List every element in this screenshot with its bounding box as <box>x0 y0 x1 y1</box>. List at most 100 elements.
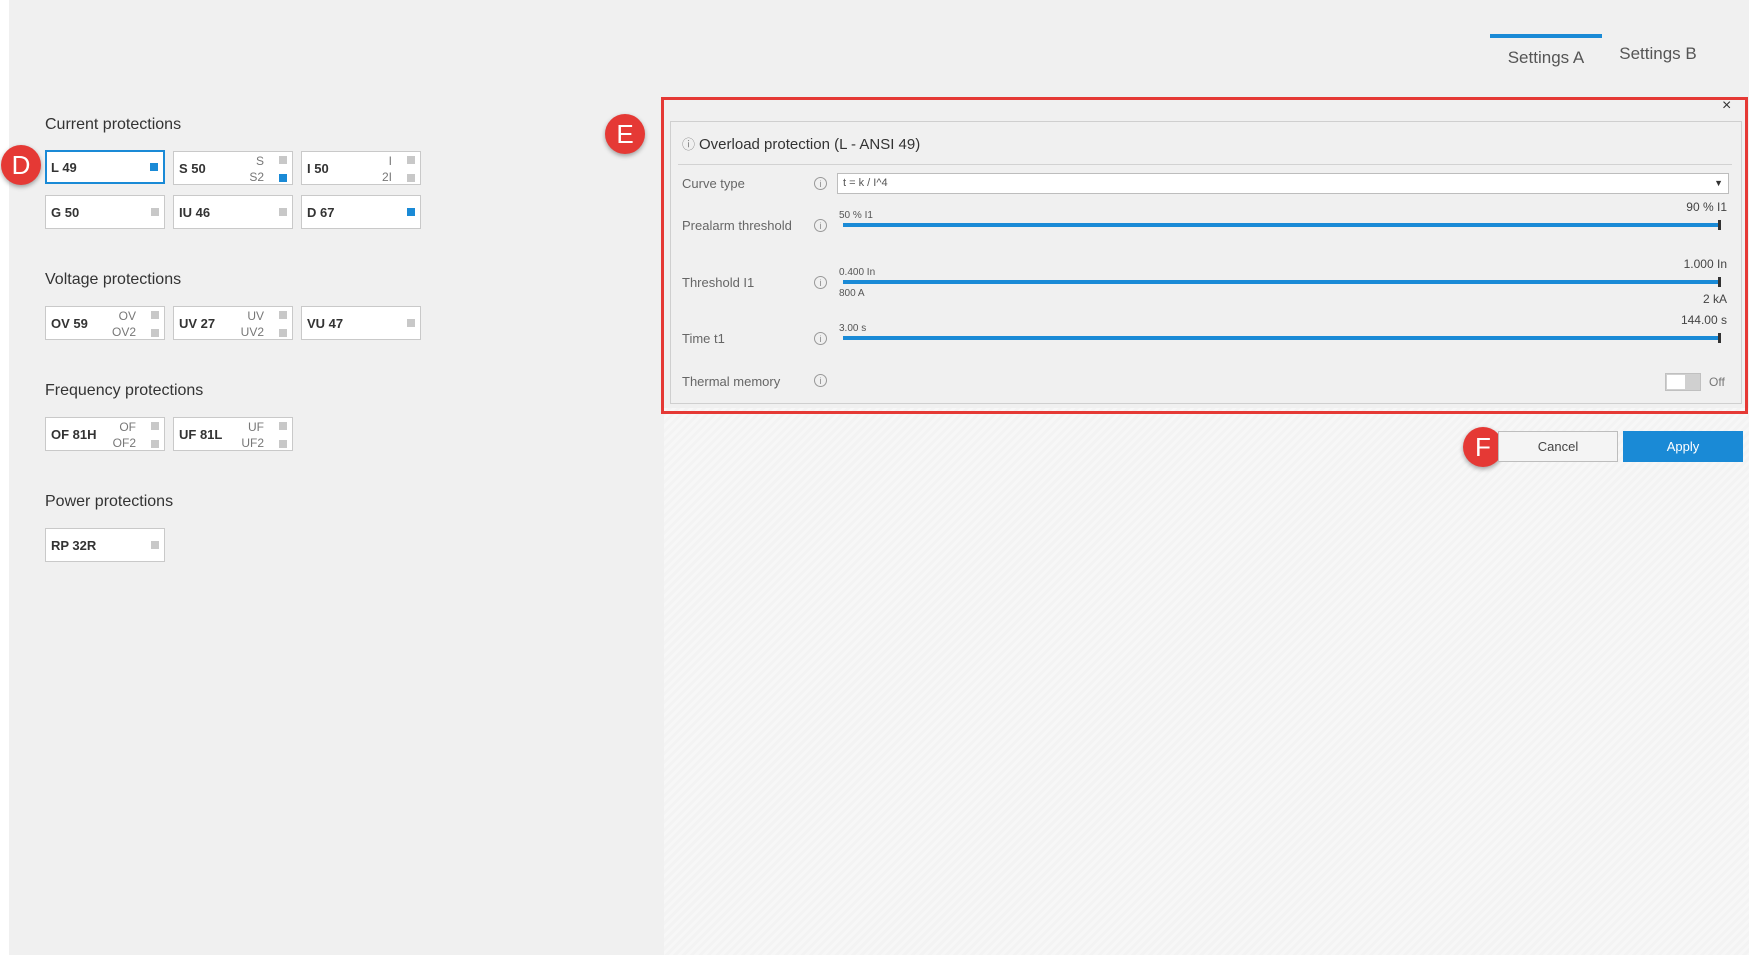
protection-name: OV 59 <box>51 316 88 331</box>
sub-label-of2: OF2 <box>112 436 136 450</box>
protection-d67[interactable]: D 67 <box>301 195 421 229</box>
threshold-value: 1.000 In <box>1683 257 1727 271</box>
prealarm-slider[interactable] <box>843 223 1721 227</box>
time-min: 3.00 s <box>839 323 867 334</box>
protection-rp32r[interactable]: RP 32R <box>45 528 165 562</box>
status-indicator <box>151 208 159 216</box>
close-icon[interactable]: × <box>1722 97 1731 115</box>
sub-label-s: S <box>255 154 264 168</box>
protection-i50[interactable]: I 50 I 2I <box>301 151 421 185</box>
protection-s50[interactable]: S 50 S S2 <box>173 151 293 185</box>
prealarm-value: 90 % I1 <box>1686 200 1727 214</box>
protection-name: I 50 <box>307 161 329 176</box>
info-icon[interactable]: i <box>814 374 827 387</box>
sub-label-uv: UV <box>247 309 264 323</box>
protection-l49[interactable]: L 49 <box>45 150 165 184</box>
status-indicator <box>407 208 415 216</box>
threshold-slider[interactable] <box>843 280 1721 284</box>
dialog-title: ⓘ Overload protection (L - ANSI 49) <box>682 134 920 153</box>
info-icon[interactable]: i <box>814 276 827 289</box>
threshold-min-amps: 800 A <box>839 288 865 299</box>
status-indicator-s2 <box>279 174 287 182</box>
status-indicator-2i <box>407 174 415 182</box>
status-indicator-uv2 <box>279 329 287 337</box>
status-indicator-uv <box>279 311 287 319</box>
marker-d: D <box>1 145 41 185</box>
cancel-button[interactable]: Cancel <box>1498 431 1618 462</box>
sub-label-2i: 2I <box>381 170 392 184</box>
protection-name: OF 81H <box>51 427 97 442</box>
content-area <box>664 408 1749 955</box>
status-indicator-uf <box>279 422 287 430</box>
protection-iu46[interactable]: IU 46 <box>173 195 293 229</box>
sub-label-uf: UF <box>248 420 264 434</box>
status-indicator-of <box>151 422 159 430</box>
thermal-memory-label: Thermal memory <box>682 374 781 389</box>
protection-ov59[interactable]: OV 59 OV OV2 <box>45 306 165 340</box>
sub-label-uf2: UF2 <box>241 436 264 450</box>
protection-name: G 50 <box>51 205 80 220</box>
tab-settings-b[interactable]: Settings B <box>1608 34 1708 74</box>
tab-settings-a[interactable]: Settings A <box>1490 34 1602 78</box>
curve-type-select[interactable]: t = k / I^4 ▼ <box>837 173 1729 194</box>
protection-name: D 67 <box>307 205 335 220</box>
info-icon[interactable]: i <box>814 332 827 345</box>
toggle-knob <box>1667 375 1685 389</box>
time-slider[interactable] <box>843 336 1721 340</box>
sub-label-uv2: UV2 <box>240 325 264 339</box>
marker-f: F <box>1463 427 1503 467</box>
protection-g50[interactable]: G 50 <box>45 195 165 229</box>
prealarm-min: 50 % I1 <box>839 210 873 221</box>
threshold-value-amps: 2 kA <box>1702 292 1727 306</box>
threshold-min: 0.400 In <box>839 267 876 278</box>
apply-button[interactable]: Apply <box>1623 431 1743 462</box>
divider <box>678 164 1732 165</box>
threshold-slider-handle[interactable] <box>1718 277 1721 287</box>
status-indicator-ov <box>151 311 159 319</box>
status-indicator-ov2 <box>151 329 159 337</box>
sub-label-s2: S2 <box>249 170 264 184</box>
chevron-down-icon: ▼ <box>1714 178 1723 188</box>
status-indicator <box>151 541 159 549</box>
protection-name: S 50 <box>179 161 206 176</box>
thermal-memory-state: Off <box>1709 375 1725 389</box>
curve-type-value: t = k / I^4 <box>843 177 888 189</box>
thermal-memory-toggle[interactable] <box>1665 373 1701 391</box>
status-indicator-s <box>279 156 287 164</box>
voltage-protections-title: Voltage protections <box>45 271 182 288</box>
protection-name: UF 81L <box>179 427 223 442</box>
protection-of81h[interactable]: OF 81H OF OF2 <box>45 417 165 451</box>
dialog-title-text: Overload protection (L - ANSI 49) <box>699 136 921 153</box>
protection-name: RP 32R <box>51 538 97 553</box>
protection-name: VU 47 <box>307 316 344 331</box>
status-indicator <box>279 208 287 216</box>
threshold-label: Threshold I1 <box>682 275 755 290</box>
status-indicator <box>407 319 415 327</box>
frequency-protections-title: Frequency protections <box>45 382 204 399</box>
current-protections-title: Current protections <box>45 116 182 133</box>
protection-uv27[interactable]: UV 27 UV UV2 <box>173 306 293 340</box>
info-icon[interactable]: i <box>814 177 827 190</box>
prealarm-label: Prealarm threshold <box>682 218 792 233</box>
time-label: Time t1 <box>682 331 725 346</box>
status-indicator-i <box>407 156 415 164</box>
prealarm-slider-handle[interactable] <box>1718 220 1721 230</box>
sub-label-i: I <box>388 154 392 168</box>
marker-e: E <box>605 114 645 154</box>
sub-label-ov2: OV2 <box>111 325 136 339</box>
protection-name: UV 27 <box>179 316 216 331</box>
status-indicator-of2 <box>151 440 159 448</box>
protection-uf81l[interactable]: UF 81L UF UF2 <box>173 417 293 451</box>
protection-name: IU 46 <box>179 205 211 220</box>
status-indicator <box>150 163 158 171</box>
curve-type-label: Curve type <box>682 176 745 191</box>
info-icon[interactable]: i <box>814 219 827 232</box>
protection-vu47[interactable]: VU 47 <box>301 306 421 340</box>
power-protections-title: Power protections <box>45 493 174 510</box>
time-slider-handle[interactable] <box>1718 333 1721 343</box>
info-icon: ⓘ <box>682 137 696 152</box>
status-indicator-uf2 <box>279 440 287 448</box>
sub-label-ov: OV <box>118 309 136 323</box>
time-value: 144.00 s <box>1680 313 1727 327</box>
protection-name: L 49 <box>51 160 77 175</box>
